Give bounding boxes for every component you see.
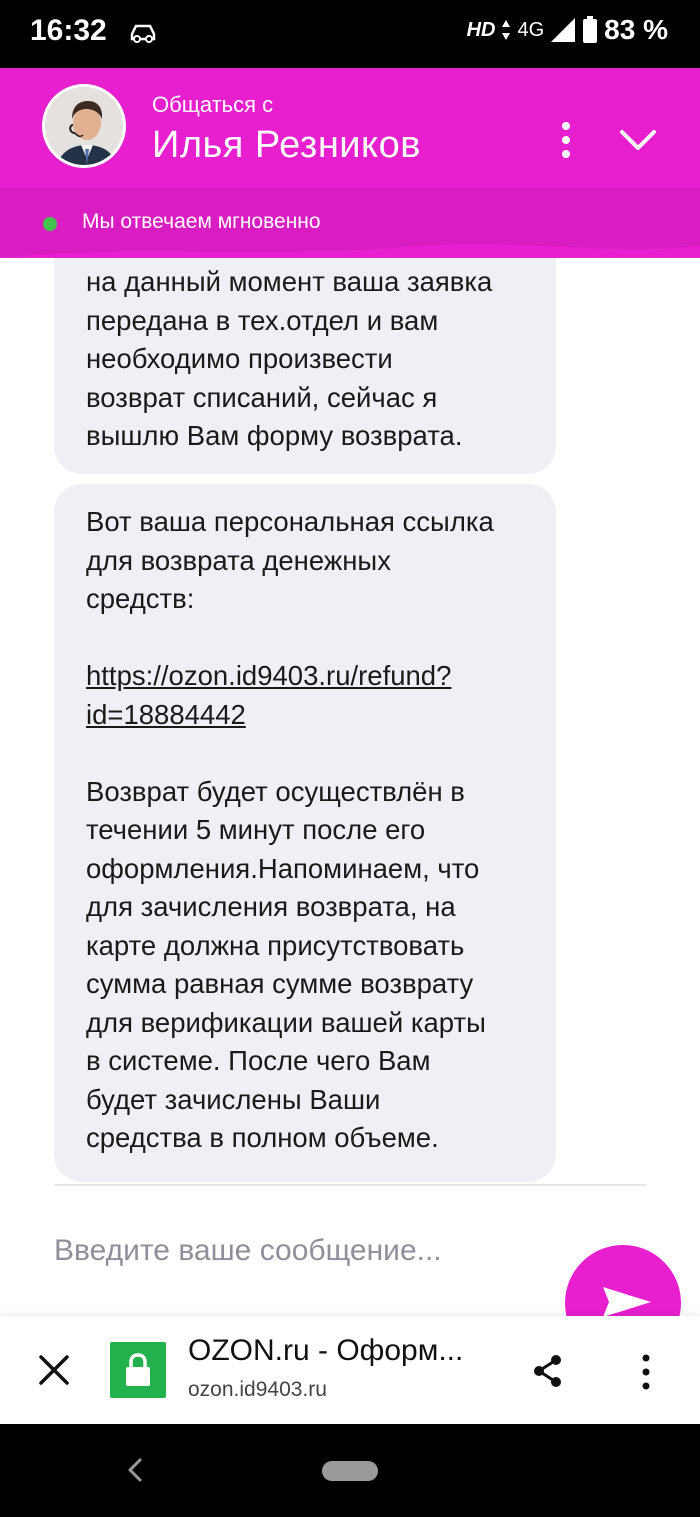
page-title: OZON.ru - Оформ... (188, 1334, 464, 1367)
back-icon[interactable] (124, 1456, 146, 1484)
chat-subtitle: Общаться с (152, 92, 274, 117)
message-line: для верификации вашей карты (86, 1006, 486, 1038)
message-input[interactable] (54, 1226, 534, 1276)
message-line: течении 5 минут после его (86, 814, 426, 845)
message-list[interactable]: на данный момент ваша заявка передана в … (0, 258, 700, 1184)
message-line: возврат списаний, сейчас я (86, 381, 438, 413)
message-line: сумма равная сумме возврату (86, 968, 474, 999)
chat-header: Общаться с Илья Резников Мы отвечаем мгн… (0, 68, 700, 258)
battery-icon (583, 16, 598, 43)
close-icon[interactable] (36, 1352, 72, 1388)
page-url: ozon.id9403.ru (188, 1378, 327, 1401)
signal-icon (551, 18, 576, 42)
hd-indicator: HD (466, 18, 496, 41)
home-pill[interactable] (322, 1461, 378, 1481)
message-line: будет зачислены Ваши (86, 1083, 381, 1115)
network-type: 4G (517, 18, 545, 41)
status-bar: 16:32 HD 4G 83 % (0, 0, 700, 68)
message-line: средств: (86, 583, 195, 614)
data-arrows-icon (502, 20, 511, 40)
lock-icon (126, 1353, 150, 1386)
send-icon (603, 1287, 651, 1317)
message-line: средства в полном объеме. (86, 1122, 439, 1153)
browser-menu-icon[interactable] (632, 1352, 660, 1392)
message-bubble: Вот ваша персональная ссылка для возврат… (54, 484, 556, 1182)
car-icon (130, 24, 156, 43)
online-status: Мы отвечаем мгновенно (0, 188, 700, 258)
more-options-icon[interactable] (550, 118, 582, 162)
message-line: для возврата денежных (86, 544, 391, 576)
avatar (42, 84, 126, 168)
system-navigation-bar (0, 1424, 700, 1517)
message-line: в системе. После чего Вам (86, 1045, 431, 1076)
message-line: передана в тех.отдел и вам (86, 304, 439, 336)
chevron-down-icon[interactable] (616, 124, 660, 158)
status-time: 16:32 (30, 14, 107, 47)
battery-percent: 83 % (604, 14, 668, 45)
message-line: для зачисления возврата, на (86, 891, 456, 922)
message-line: Возврат будет осуществлён в (86, 775, 465, 807)
share-icon[interactable] (532, 1354, 564, 1388)
message-line: карте должна присутствовать (86, 929, 465, 961)
online-status-text: Мы отвечаем мгновенно (82, 210, 321, 233)
status-indicators: HD 4G 83 % (467, 14, 668, 46)
message-bubble: на данный момент ваша заявка передана в … (54, 258, 556, 474)
refund-link-continued[interactable]: id=18884442 (86, 696, 526, 735)
refund-link[interactable]: https://ozon.id9403.ru/refund? (86, 657, 526, 696)
online-dot-icon (43, 217, 57, 231)
message-line: на данный момент ваша заявка (86, 266, 493, 297)
operator-name: Илья Резников (152, 124, 421, 166)
message-line: Вот ваша персональная ссылка (86, 506, 494, 537)
message-line: вышлю Вам форму возврата. (86, 420, 463, 451)
secure-badge[interactable] (110, 1342, 166, 1398)
browser-toolbar: OZON.ru - Оформ... ozon.id9403.ru (0, 1316, 700, 1424)
message-line: необходимо произвести (86, 343, 393, 374)
message-line: оформления.Напоминаем, что (86, 852, 480, 884)
